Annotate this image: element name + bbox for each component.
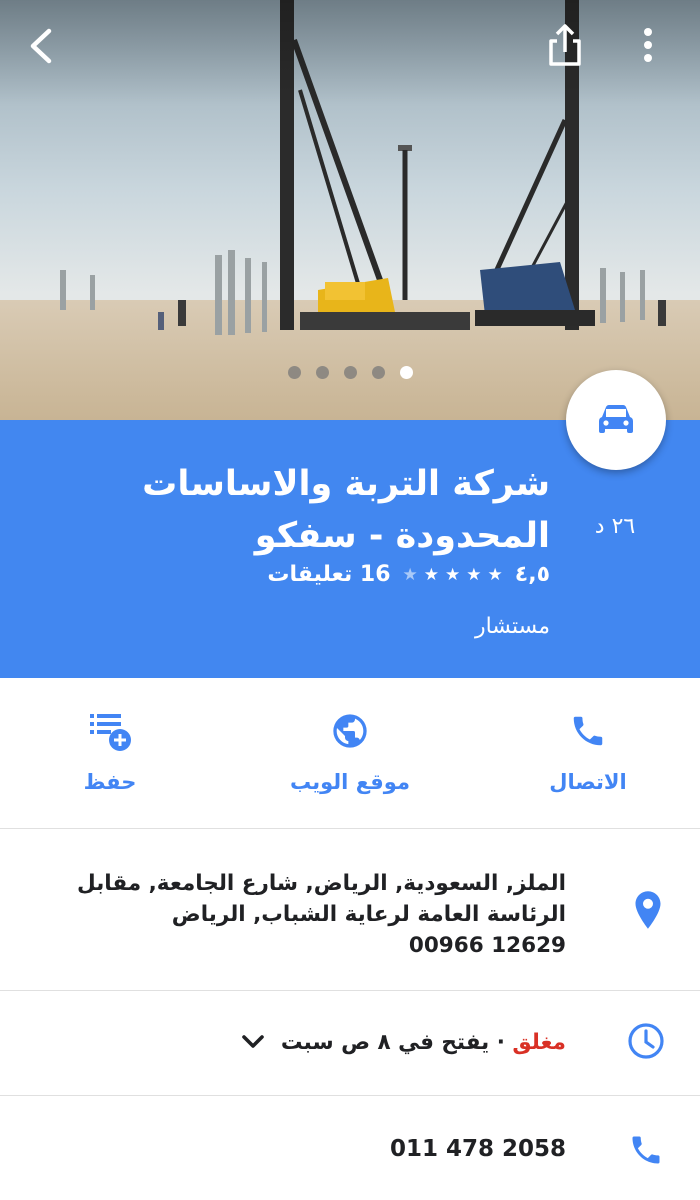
reviews-count[interactable]: 16 تعليقات [267,562,390,587]
rating-value: ٤,٥ [514,562,550,587]
star-icon: ★ [445,564,461,585]
phone-number[interactable]: 011 478 2058 [390,1134,566,1165]
globe-icon [333,714,367,748]
share-button[interactable] [540,20,590,70]
directions-button[interactable] [566,370,666,470]
phone-icon [573,716,603,746]
more-vert-icon [644,28,652,62]
rating-stars: ★ ★ ★ ★ ★ [403,565,503,585]
expand-hours-button[interactable] [240,1033,266,1053]
location-pin-icon [635,891,661,929]
save-label: حفظ [83,770,137,794]
place-title: شركة التربة والاساسات المحدودة - سفكو [142,464,550,556]
pager-dot[interactable] [371,366,385,379]
hours-text: مغلق · يفتح في ٨ ص سبت [281,1027,566,1058]
save-list-icon [90,714,131,751]
star-icon: ★ [487,564,503,585]
more-options-button[interactable] [628,20,668,70]
star-icon: ★ [423,564,440,585]
hours-separator: · [489,1030,513,1055]
address-line: 12629 00966 [408,933,566,958]
star-half-icon: ★ [402,564,418,585]
action-bar: الاتصال موقع الويب حفظ [0,678,700,829]
place-photo[interactable] [0,0,700,420]
hours-detail: يفتح في ٨ ص سبت [280,1030,490,1055]
arrow-back-icon [30,28,52,64]
chevron-down-icon [242,1035,264,1048]
car-icon [599,405,633,433]
website-label: موقع الويب [290,770,410,794]
pager-dot[interactable] [315,366,329,379]
share-icon [549,24,581,66]
star-icon: ★ [466,564,482,585]
phone-row[interactable]: 011 478 2058 [0,1096,700,1200]
pager-dot[interactable] [287,366,301,379]
call-button[interactable]: الاتصال [508,706,668,794]
save-button[interactable]: حفظ [30,706,190,794]
phone-icon [632,1136,660,1164]
hours-row[interactable]: مغلق · يفتح في ٨ ص سبت [0,991,700,1096]
place-category: مستشار [474,614,550,639]
address-text: الملز, السعودية, الرياض, شارع الجامعة, م… [77,868,566,961]
pager-dot[interactable] [343,366,357,379]
drive-time: ٢٦ د [594,514,636,539]
back-button[interactable] [18,22,66,70]
rating-row[interactable]: ٤,٥ ★ ★ ★ ★ ★ 16 تعليقات [267,562,550,587]
website-button[interactable]: موقع الويب [270,706,430,794]
address-line: الملز, السعودية, الرياض, شارع الجامعة, م… [77,871,566,896]
address-row[interactable]: الملز, السعودية, الرياض, شارع الجامعة, م… [0,830,700,991]
pager-dot-active[interactable] [399,366,413,379]
clock-icon [628,1023,664,1059]
call-label: الاتصال [549,770,627,794]
address-line: الرئاسة العامة لرعاية الشباب, الرياض [171,902,566,927]
hours-status: مغلق [512,1030,566,1055]
